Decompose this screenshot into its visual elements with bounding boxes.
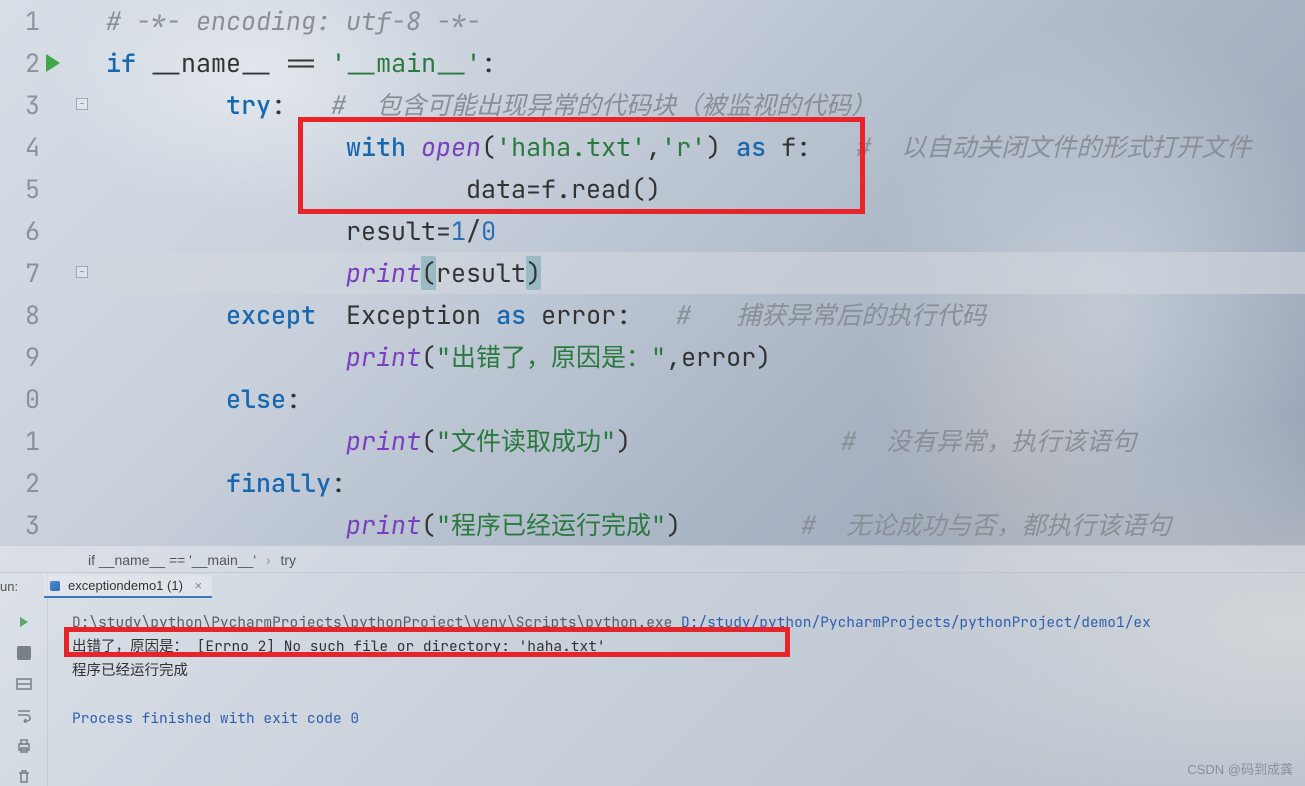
fold-toggle[interactable]: − (76, 98, 88, 110)
punct: : (271, 88, 286, 122)
code-line[interactable]: print("程序已经运行完成") # 无论成功与否，都执行该语句 (100, 504, 1305, 545)
identifier: result (436, 256, 526, 290)
code-editor[interactable]: 1 2 3 − 4 5 6 7 − 8 9 0 1 2 3 # -*- enco… (0, 0, 1305, 545)
code-line[interactable]: with open('haha.txt','r') as f: # 以自动关闭文… (100, 126, 1305, 168)
identifier: f: (781, 130, 811, 164)
class-name: Exception (346, 298, 481, 332)
run-gutter-icon[interactable] (46, 54, 60, 72)
line-number: 3 (0, 84, 40, 126)
console-line: 程序已经运行完成 (72, 661, 188, 680)
line-gutter: 1 2 3 − 4 5 6 7 − 8 9 0 1 2 3 (0, 0, 95, 545)
keyword: as (496, 298, 526, 332)
matching-paren: ( (421, 256, 436, 290)
soft-wrap-icon[interactable] (13, 707, 35, 724)
keyword: try (226, 88, 271, 122)
line-number: 6 (0, 210, 40, 252)
code-line[interactable]: except Exception as error: # 捕获异常后的执行代码 (100, 294, 1305, 336)
line-number: 1 (0, 0, 40, 42)
run-tool-window: un: exceptiondemo1 (1) × D:\study\python… (0, 573, 1305, 786)
trash-icon[interactable] (13, 769, 35, 786)
line-number: 8 (0, 294, 40, 336)
keyword: else (226, 382, 286, 416)
string: "程序已经运行完成" (436, 508, 666, 542)
expression: ,error) (666, 340, 771, 374)
run-toolbar (0, 573, 48, 786)
comment-text: # 以自动关闭文件的形式打开文件 (856, 130, 1251, 164)
matching-paren: ) (526, 256, 541, 290)
console-error-line: 出错了，原因是： [Errno 2] No such file or direc… (72, 637, 606, 656)
watermark-text: CSDN @码到成龚 (1187, 759, 1293, 778)
console-line: D:\study\python\PycharmProjects\pythonPr… (72, 613, 681, 632)
number: 0 (481, 214, 496, 248)
code-line[interactable]: # -*- encoding: utf-8 -*- (100, 0, 1305, 42)
code-line-current[interactable]: print(result) (100, 252, 1305, 294)
keyword: except (226, 298, 316, 332)
builtin: print (346, 256, 421, 290)
builtin: print (346, 340, 421, 374)
line-number: 9 (0, 336, 40, 378)
print-icon[interactable] (13, 738, 35, 755)
line-number: 3 (0, 504, 40, 545)
chevron-right-icon: › (266, 552, 271, 568)
run-config-tab[interactable]: exceptiondemo1 (1) × (44, 575, 212, 598)
number: 1 (451, 214, 466, 248)
code-line[interactable]: else: (100, 378, 1305, 420)
line-number: 2 (0, 42, 40, 84)
code-line[interactable]: print("文件读取成功") # 没有异常，执行该语句 (100, 420, 1305, 462)
breadcrumb-item[interactable]: try (280, 552, 296, 568)
code-line[interactable]: data=f.read() (100, 168, 1305, 210)
comment-text: # 包含可能出现异常的代码块（被监视的代码） (331, 88, 876, 122)
builtin: print (346, 424, 421, 458)
comment-text: # 无论成功与否，都执行该语句 (801, 508, 1171, 542)
keyword: finally (226, 466, 331, 500)
line-number: 4 (0, 126, 40, 168)
breadcrumb-item[interactable]: if __name__ == '__main__' (88, 552, 256, 568)
breadcrumb-bar: if __name__ == '__main__' › try (0, 545, 1305, 573)
keyword: if (106, 46, 136, 80)
code-area[interactable]: # -*- encoding: utf-8 -*- if __name__ ==… (100, 0, 1305, 545)
keyword: as (736, 130, 766, 164)
code-line[interactable]: finally: (100, 462, 1305, 504)
console-line: D:/study/python/PycharmProjects/pythonPr… (681, 613, 1151, 632)
run-tab-label: exceptiondemo1 (1) (68, 578, 183, 593)
console-exit-line: Process finished with exit code 0 (72, 709, 359, 728)
code-line[interactable]: result=1/0 (100, 210, 1305, 252)
line-number: 1 (0, 420, 40, 462)
keyword: with (346, 130, 406, 164)
line-number: 7 (0, 252, 40, 294)
rerun-icon[interactable] (13, 613, 35, 630)
string: "出错了，原因是：" (436, 340, 666, 374)
console-output[interactable]: D:\study\python\PycharmProjects\pythonPr… (48, 573, 1305, 786)
line-number: 0 (0, 378, 40, 420)
string: 'r' (661, 130, 706, 164)
builtin: print (346, 508, 421, 542)
close-icon[interactable]: × (195, 578, 203, 593)
code-line[interactable]: try: # 包含可能出现异常的代码块（被监视的代码） (100, 84, 1305, 126)
line-number: 2 (0, 462, 40, 504)
expression: data=f.read() (466, 172, 661, 206)
string: '__main__' (331, 46, 481, 80)
builtin: open (421, 130, 481, 164)
identifier: __name__ (151, 46, 271, 80)
operator: / (466, 214, 481, 248)
code-line[interactable]: print("出错了，原因是：",error) (100, 336, 1305, 378)
run-label: un: (0, 579, 18, 594)
line-number: 5 (0, 168, 40, 210)
expression: result= (346, 214, 451, 248)
comment-text: # 没有异常，执行该语句 (841, 424, 1136, 458)
punct: : (286, 382, 301, 416)
comment-text: # 捕获异常后的执行代码 (676, 298, 986, 332)
code-line[interactable]: if __name__ == '__main__': (100, 42, 1305, 84)
string: "文件读取成功" (436, 424, 616, 458)
layout-icon[interactable] (13, 675, 35, 692)
string: 'haha.txt' (496, 130, 646, 164)
punct: : (481, 46, 496, 80)
fold-toggle[interactable]: − (76, 266, 88, 278)
stop-icon[interactable] (13, 644, 35, 661)
comment-text: # -*- encoding: utf-8 -*- (106, 4, 481, 38)
operator: == (271, 46, 331, 80)
punct: : (331, 466, 346, 500)
identifier: error: (541, 298, 631, 332)
